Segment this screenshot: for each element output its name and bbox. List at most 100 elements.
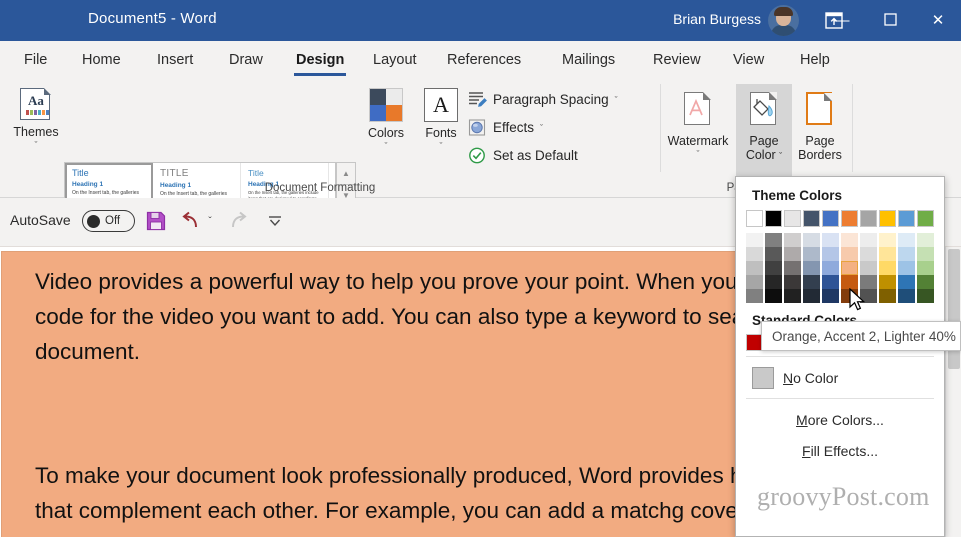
theme-tint-swatch[interactable] [784,289,801,303]
paragraph-spacing-button[interactable]: Paragraph Spacing ˇ [467,88,618,111]
effects-button[interactable]: Effects ˇ [467,116,543,139]
tab-home[interactable]: Home [72,41,131,78]
theme-tint-swatch[interactable] [803,233,820,247]
theme-tint-swatch[interactable] [917,233,934,247]
theme-tint-swatch[interactable] [860,275,877,289]
theme-tint-swatch[interactable] [898,247,915,261]
maximize-button[interactable] [867,0,913,41]
theme-colors-button[interactable]: Colors ˇ [360,84,412,180]
theme-tint-swatch[interactable] [803,275,820,289]
theme-tint-swatch[interactable] [917,247,934,261]
theme-tint-swatch[interactable] [822,289,839,303]
theme-color-swatch[interactable] [841,210,858,227]
theme-tint-swatch[interactable] [822,233,839,247]
theme-tint-swatch[interactable] [898,233,915,247]
minimize-button[interactable]: — [819,0,865,41]
theme-tint-swatch[interactable] [803,247,820,261]
theme-tint-swatch[interactable] [822,275,839,289]
theme-tint-swatch[interactable] [860,261,877,275]
theme-color-swatch[interactable] [879,210,896,227]
theme-tint-swatch[interactable] [803,261,820,275]
theme-color-swatch[interactable] [917,210,934,227]
theme-tint-swatch[interactable] [898,289,915,303]
theme-color-swatch[interactable] [765,210,782,227]
theme-tint-swatch[interactable] [746,261,763,275]
document-vertical-scrollbar[interactable] [945,247,961,537]
tab-design[interactable]: Design [286,41,354,78]
undo-icon[interactable] [178,208,204,234]
tab-layout[interactable]: Layout [363,41,427,78]
theme-tint-swatch[interactable] [841,233,858,247]
theme-tint-swatch[interactable] [917,289,934,303]
theme-tint-column [803,233,820,303]
theme-tint-swatch[interactable] [898,275,915,289]
theme-tint-swatch[interactable] [879,275,896,289]
set-as-default-button[interactable]: Set as Default [467,144,578,167]
theme-tint-swatch[interactable] [860,233,877,247]
tab-mailings[interactable]: Mailings [552,41,625,78]
no-color-item[interactable]: No Color [736,362,944,393]
tab-draw[interactable]: Draw [219,41,273,78]
page-borders-button[interactable]: Page Borders [792,84,848,180]
tab-references[interactable]: References [437,41,531,78]
theme-tint-swatch[interactable] [898,261,915,275]
tab-help[interactable]: Help [790,41,840,78]
redo-icon[interactable] [225,208,251,234]
effects-label: Effects [493,120,535,135]
theme-tint-swatch[interactable] [917,275,934,289]
avatar[interactable] [768,5,799,36]
theme-tint-swatch[interactable] [765,261,782,275]
theme-color-swatch[interactable] [860,210,877,227]
theme-tint-swatch[interactable] [746,289,763,303]
save-icon[interactable] [143,208,169,234]
customize-qat-icon[interactable] [262,208,288,234]
theme-color-swatch[interactable] [746,210,763,227]
theme-tint-swatch[interactable] [803,289,820,303]
fill-effects-item[interactable]: Fill Effects... [736,435,944,466]
theme-color-swatch[interactable] [784,210,801,227]
theme-tint-swatch[interactable] [860,247,877,261]
theme-tint-swatch[interactable] [765,289,782,303]
theme-tint-swatch[interactable] [746,275,763,289]
autosave-toggle[interactable]: Off [82,210,135,232]
more-colors-item[interactable]: More Colors... [736,404,944,435]
theme-tint-swatch[interactable] [784,247,801,261]
theme-tint-swatch[interactable] [879,233,896,247]
theme-tint-swatch[interactable] [765,233,782,247]
theme-tint-swatch[interactable] [822,247,839,261]
undo-dropdown-chevron-down-icon[interactable]: ˇ [203,208,217,234]
theme-tint-swatch[interactable] [784,261,801,275]
theme-tint-swatch[interactable] [879,247,896,261]
watermark-button[interactable]: Watermark ˇ [662,84,734,180]
tab-review[interactable]: Review [643,41,711,78]
theme-tint-swatch[interactable] [784,275,801,289]
theme-tint-swatch[interactable] [746,247,763,261]
themes-button[interactable]: Aa Themes ˇ [8,84,64,180]
theme-color-swatch[interactable] [822,210,839,227]
tab-insert[interactable]: Insert [147,41,203,78]
theme-color-swatch[interactable] [803,210,820,227]
theme-tint-swatch[interactable] [841,261,858,275]
theme-tint-swatch[interactable] [765,247,782,261]
theme-tint-swatch[interactable] [765,275,782,289]
theme-color-tints-grid[interactable] [746,233,944,303]
theme-tint-column [822,233,839,303]
theme-tint-swatch[interactable] [784,233,801,247]
theme-color-swatch[interactable] [898,210,915,227]
theme-tint-swatch[interactable] [841,247,858,261]
theme-colors-row[interactable] [746,210,944,227]
page-color-button[interactable]: Page Color ˇ [736,84,792,180]
theme-tint-swatch[interactable] [879,289,896,303]
theme-tint-swatch[interactable] [746,233,763,247]
theme-fonts-button[interactable]: A Fonts ˇ [415,84,467,180]
gallery-item-title: Title [72,168,89,178]
theme-tint-swatch[interactable] [917,261,934,275]
close-button[interactable]: ✕ [915,0,961,41]
scrollbar-thumb[interactable] [948,249,960,369]
tab-file[interactable]: File [14,41,57,78]
theme-tint-swatch[interactable] [822,261,839,275]
account-name[interactable]: Brian Burgess [673,11,761,27]
tab-view[interactable]: View [723,41,774,78]
theme-tint-swatch[interactable] [841,275,858,289]
theme-tint-swatch[interactable] [879,261,896,275]
